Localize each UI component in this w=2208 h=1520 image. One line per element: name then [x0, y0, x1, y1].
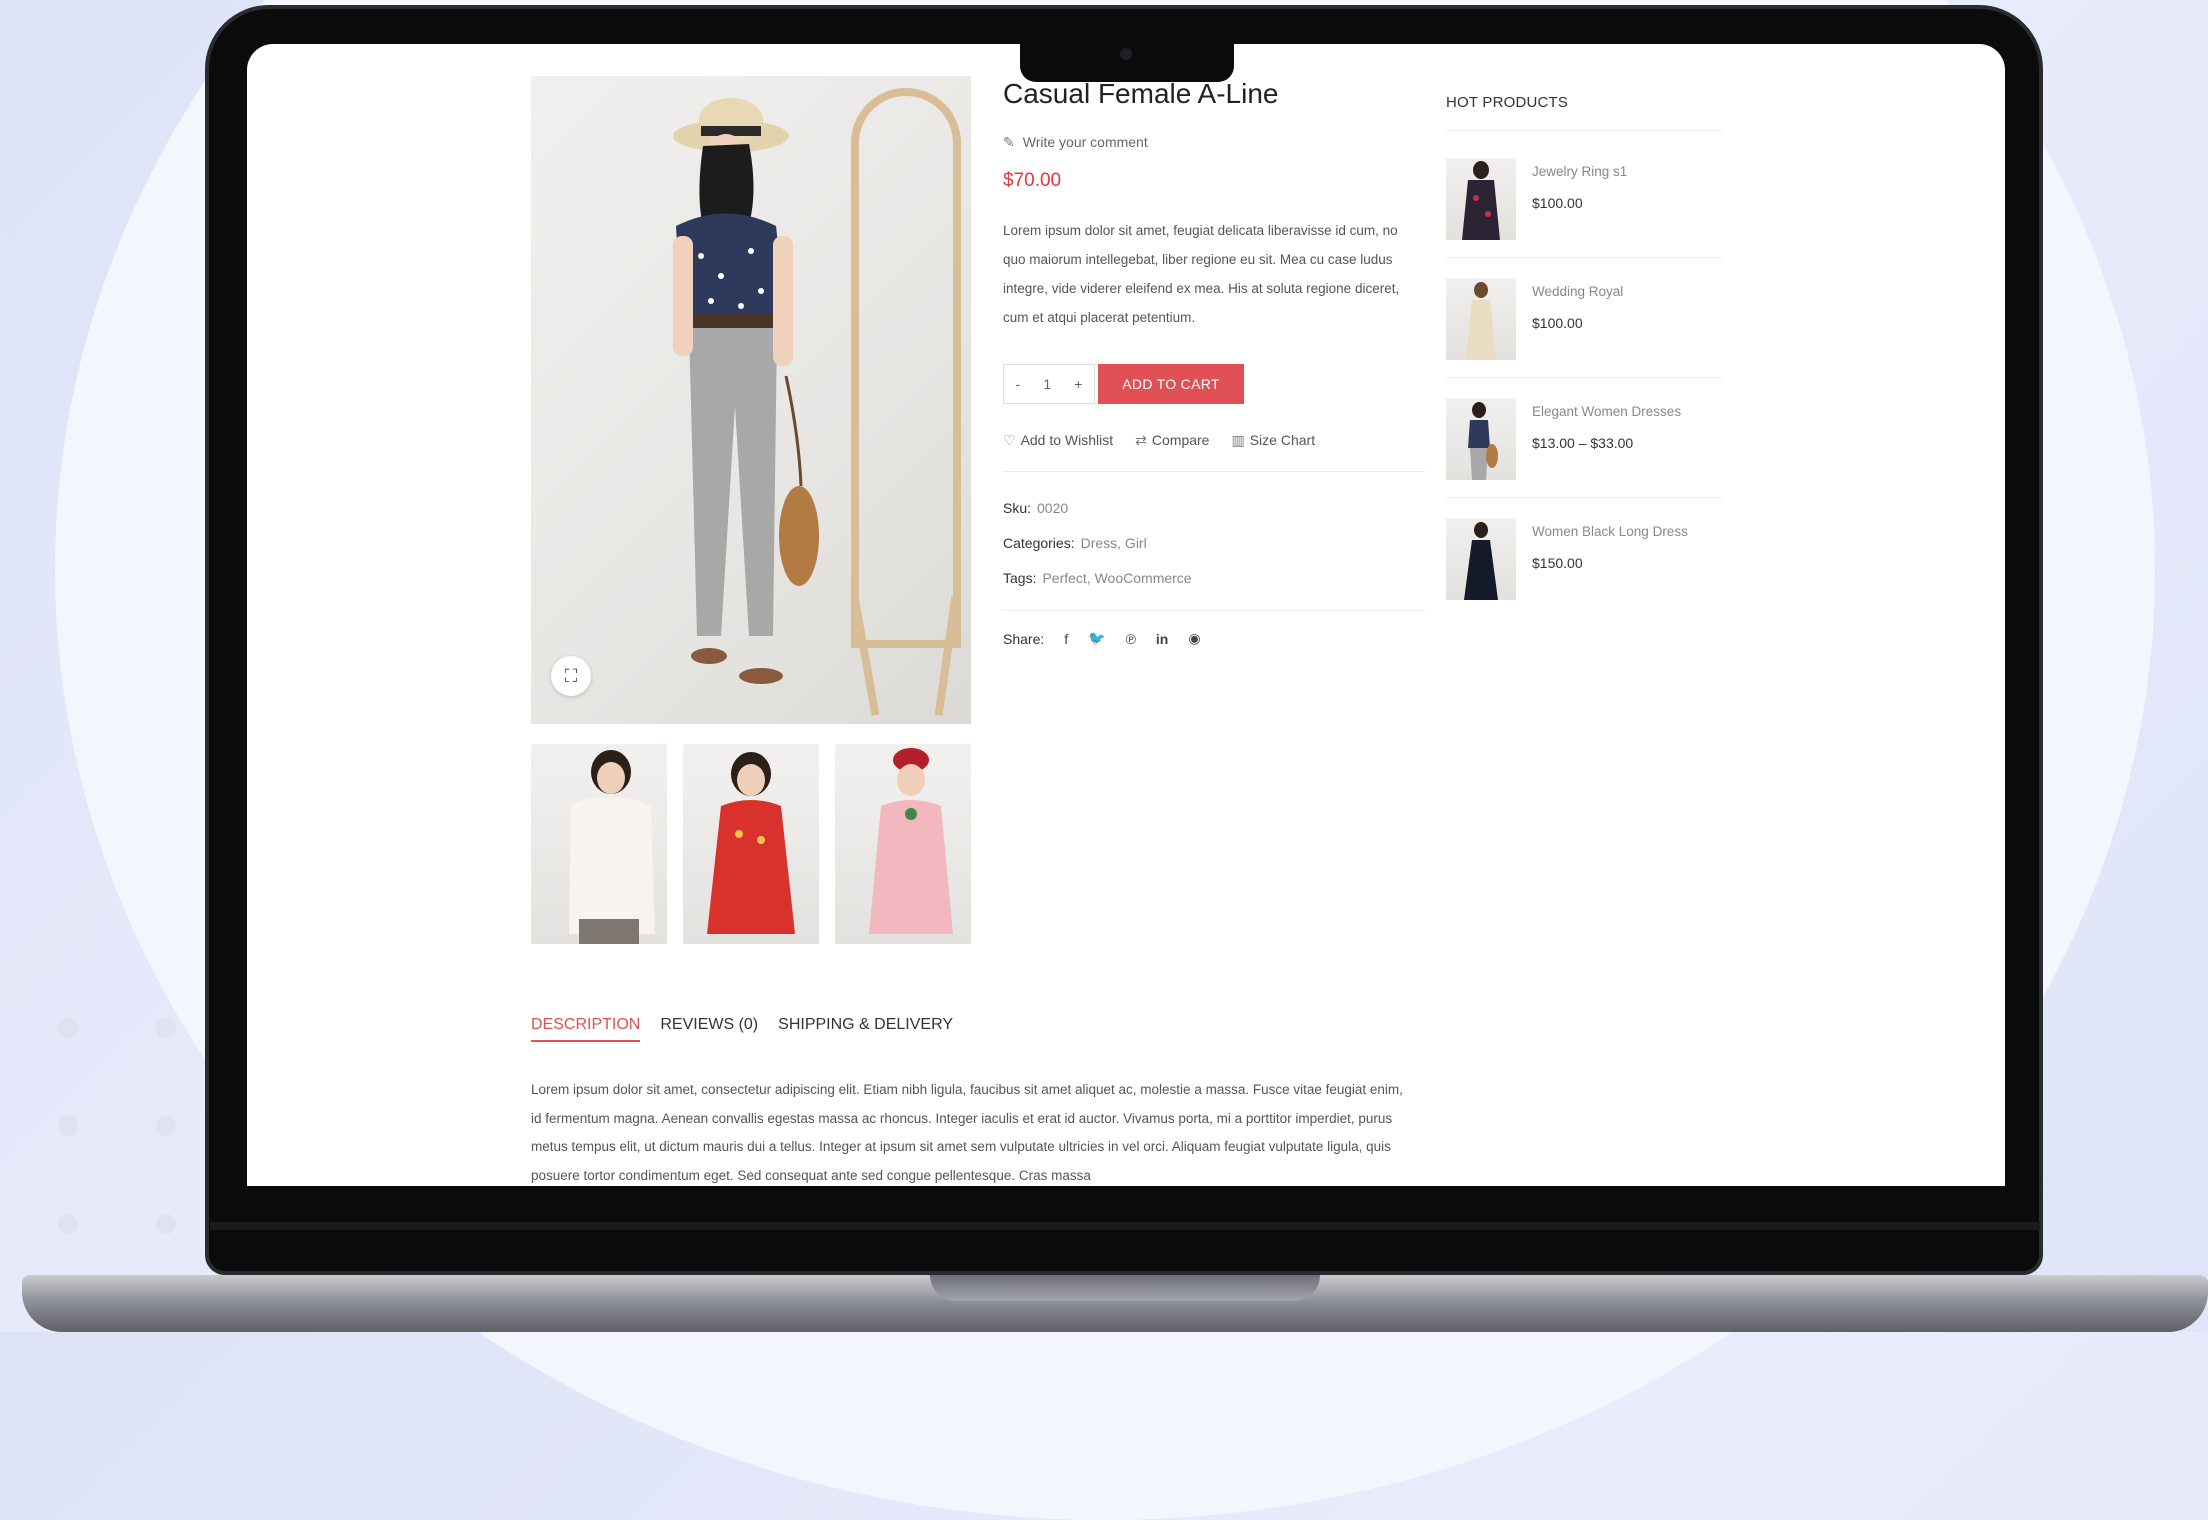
hot-product-item[interactable]: Wedding Royal $100.00	[1446, 278, 1722, 364]
product-tabs: DESCRIPTION REVIEWS (0) SHIPPING & DELIV…	[531, 1016, 953, 1042]
hot-product-name[interactable]: Wedding Royal	[1532, 284, 1623, 299]
mirror-decoration	[851, 88, 961, 648]
hot-product-item[interactable]: Women Black Long Dress $150.00	[1446, 518, 1722, 604]
product-categories: Categories: Dress, Girl	[1003, 535, 1147, 551]
share-label: Share:	[1003, 630, 1045, 647]
shuffle-icon: ⇄	[1135, 432, 1147, 448]
product-actions: ♡ Add to Wishlist ⇄ Compare ▥ Size Chart	[1003, 432, 1315, 449]
tab-description[interactable]: DESCRIPTION	[531, 1016, 641, 1042]
qty-value[interactable]: 1	[1043, 376, 1051, 392]
laptop-bezel-bottom	[210, 1222, 2040, 1230]
hot-product-price: $100.00	[1532, 315, 1583, 331]
thumb-figure	[569, 750, 655, 944]
laptop-notch	[1020, 40, 1234, 82]
product-tags: Tags: Perfect, WooCommerce	[1003, 570, 1192, 586]
product-short-description: Lorem ipsum dolor sit amet, feugiat deli…	[1003, 223, 1400, 325]
hot-product-name[interactable]: Women Black Long Dress	[1532, 524, 1688, 539]
heart-icon: ♡	[1003, 432, 1016, 448]
browser-screen: ⛶ Casual Female A-Line ✎ Write your comme…	[247, 44, 2005, 1186]
hot-product-thumbnail[interactable]	[1446, 518, 1516, 600]
divider	[1446, 497, 1722, 498]
pinterest-icon[interactable]: ℗	[1126, 631, 1136, 647]
thumbnail-2[interactable]	[683, 744, 819, 944]
hot-product-price: $150.00	[1532, 555, 1583, 571]
wishlist-link[interactable]: ♡ Add to Wishlist	[1003, 432, 1113, 449]
product-main-image[interactable]: ⛶	[531, 76, 971, 724]
size-chart-link[interactable]: ▥ Size Chart	[1231, 432, 1315, 449]
hot-product-price: $100.00	[1532, 195, 1583, 211]
model-figure	[673, 98, 819, 684]
product-sku: Sku: 0020	[1003, 500, 1069, 516]
hot-product-name[interactable]: Elegant Women Dresses	[1532, 404, 1681, 419]
hot-product-price: $13.00 – $33.00	[1532, 435, 1634, 451]
tab-shipping-delivery[interactable]: SHIPPING & DELIVERY	[778, 1016, 953, 1042]
qty-plus-button[interactable]: +	[1074, 376, 1082, 392]
write-comment-label: Write your comment	[1022, 134, 1148, 150]
facebook-icon[interactable]: f	[1064, 631, 1068, 647]
qty-minus-button[interactable]: -	[1016, 376, 1021, 392]
divider	[1003, 610, 1425, 611]
quantity-stepper[interactable]: - 1 +	[1003, 364, 1095, 404]
product-price: $70.00	[1003, 170, 1062, 191]
compare-link[interactable]: ⇄ Compare	[1135, 432, 1209, 449]
add-to-cart-button[interactable]: ADD TO CART	[1098, 364, 1244, 404]
hot-products-title: HOT PRODUCTS	[1446, 94, 1569, 111]
thumbnail-3[interactable]	[835, 744, 971, 944]
hot-product-thumbnail[interactable]	[1446, 398, 1516, 480]
divider	[1446, 377, 1722, 378]
hot-product-item[interactable]: Jewelry Ring s1 $100.00	[1446, 158, 1722, 244]
divider	[1446, 130, 1722, 131]
thumb-figure	[707, 752, 795, 934]
tab-description-content: Lorem ipsum dolor sit amet, consectetur …	[531, 1082, 1403, 1183]
divider	[1446, 257, 1722, 258]
reddit-icon[interactable]: ◉	[1188, 630, 1200, 647]
divider	[1003, 471, 1425, 472]
product-title: Casual Female A-Line	[1003, 78, 1279, 109]
laptop-opening-groove	[930, 1275, 1320, 1301]
hot-product-item[interactable]: Elegant Women Dresses $13.00 – $33.00	[1446, 398, 1722, 484]
tab-reviews[interactable]: REVIEWS (0)	[660, 1016, 758, 1042]
chart-icon: ▥	[1231, 432, 1245, 448]
camera-icon	[1120, 48, 1132, 60]
linkedin-icon[interactable]: in	[1156, 631, 1168, 647]
share-row: Share: f 🐦 ℗ in ◉	[1003, 630, 1201, 647]
write-comment-link[interactable]: ✎ Write your comment	[1003, 134, 1148, 151]
thumb-figure	[869, 748, 953, 934]
expand-icon[interactable]: ⛶	[551, 656, 591, 696]
thumbnail-1[interactable]	[531, 744, 667, 944]
twitter-icon[interactable]: 🐦	[1088, 630, 1105, 647]
hot-product-name[interactable]: Jewelry Ring s1	[1532, 164, 1627, 179]
edit-icon: ✎	[1003, 134, 1015, 150]
hot-product-thumbnail[interactable]	[1446, 158, 1516, 240]
hot-product-thumbnail[interactable]	[1446, 278, 1516, 360]
